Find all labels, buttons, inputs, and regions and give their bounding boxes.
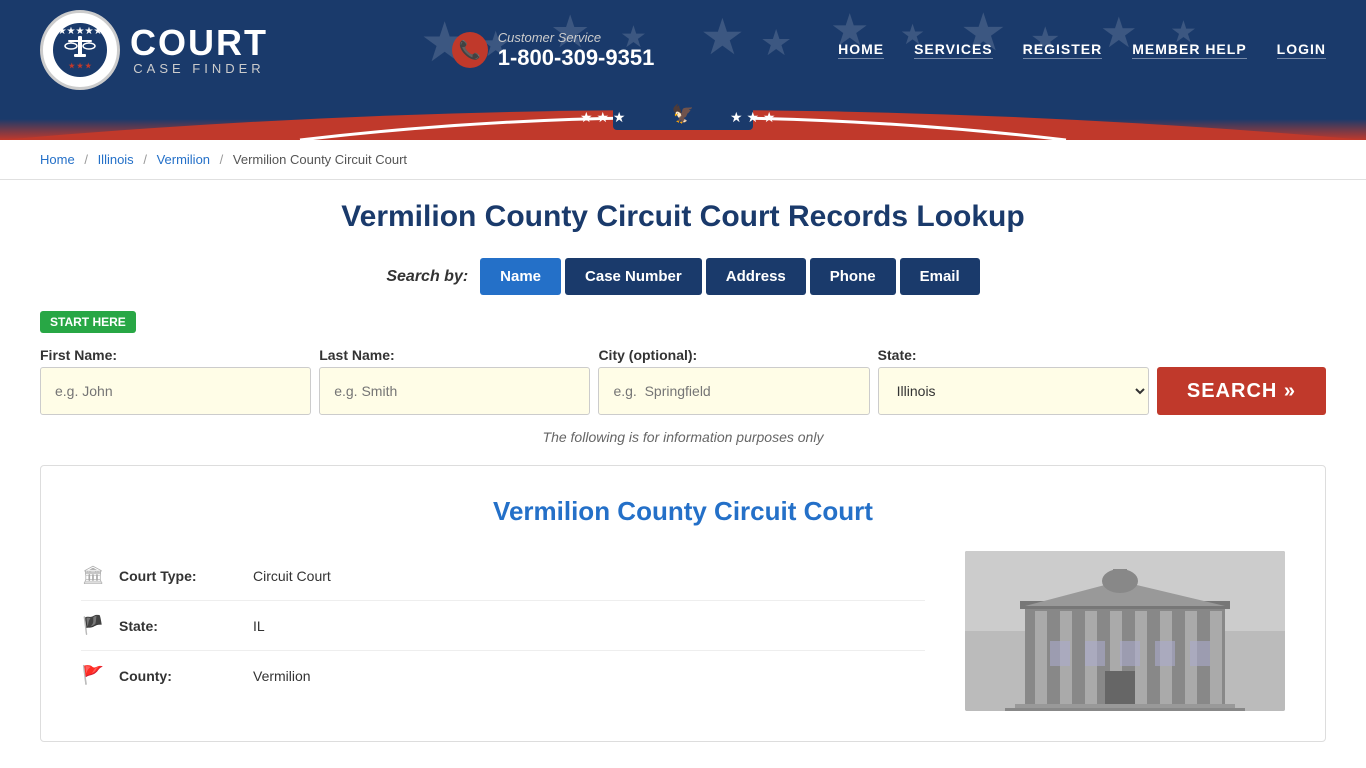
main-content: Vermilion County Circuit Court Records L…	[0, 180, 1366, 762]
svg-text:🦅: 🦅	[672, 103, 694, 124]
state-label: State:	[878, 347, 1149, 363]
breadcrumb: Home / Illinois / Vermilion / Vermilion …	[0, 140, 1366, 180]
svg-text:★★★★★: ★★★★★	[58, 26, 103, 37]
court-info-box: Vermilion County Circuit Court 🏛 Court T…	[40, 465, 1326, 742]
state-field: State: Illinois Alabama Alaska Arizona C…	[878, 347, 1149, 415]
state-label-info: State:	[119, 618, 239, 634]
tab-case-number[interactable]: Case Number	[565, 258, 702, 295]
court-image	[965, 551, 1285, 711]
start-here-badge: START HERE	[40, 311, 136, 333]
court-info-details: 🏛 Court Type: Circuit Court 🏴 State: IL …	[81, 551, 925, 711]
logo-svg: ★★★★★ ★ ★ ★	[50, 20, 110, 80]
phone-icon: 📞	[452, 32, 488, 68]
last-name-label: Last Name:	[319, 347, 590, 363]
logo-case-finder-label: CASE FINDER	[130, 61, 268, 76]
court-type-row: 🏛 Court Type: Circuit Court	[81, 551, 925, 601]
page-title: Vermilion County Circuit Court Records L…	[40, 200, 1326, 234]
breadcrumb-illinois[interactable]: Illinois	[98, 152, 134, 167]
breadcrumb-current: Vermilion County Circuit Court	[233, 152, 407, 167]
first-name-field: First Name:	[40, 347, 311, 415]
county-label: County:	[119, 668, 239, 684]
main-nav: HOME SERVICES REGISTER MEMBER HELP LOGIN	[838, 41, 1326, 59]
court-type-icon: 🏛	[81, 565, 105, 586]
nav-services[interactable]: SERVICES	[914, 41, 993, 59]
city-label: City (optional):	[598, 347, 869, 363]
first-name-input[interactable]	[40, 367, 311, 415]
court-type-label: Court Type:	[119, 568, 239, 584]
info-text: The following is for information purpose…	[40, 429, 1326, 445]
search-by-row: Search by: Name Case Number Address Phon…	[40, 258, 1326, 295]
tab-name[interactable]: Name	[480, 258, 561, 295]
breadcrumb-sep-2: /	[143, 152, 147, 167]
customer-service-label: Customer Service	[498, 30, 655, 45]
header-wave: 🦅 ★ ★ ★ ★ ★ ★	[0, 90, 1366, 140]
search-section: Search by: Name Case Number Address Phon…	[40, 258, 1326, 295]
logo-court-label: COURT	[130, 25, 268, 61]
nav-home[interactable]: HOME	[838, 41, 884, 59]
nav-member-help[interactable]: MEMBER HELP	[1132, 41, 1246, 59]
state-row: 🏴 State: IL	[81, 601, 925, 651]
logo-text: COURT CASE FINDER	[130, 25, 268, 76]
header: ★ ★ ★ ★ ★ ★ ★ ★ ★ ★ ★ ★ ★★★★★	[0, 0, 1366, 140]
county-icon: 🚩	[81, 665, 105, 686]
first-name-label: First Name:	[40, 347, 311, 363]
breadcrumb-sep-1: /	[84, 152, 88, 167]
tab-phone[interactable]: Phone	[810, 258, 896, 295]
customer-service: 📞 Customer Service 1-800-309-9351	[452, 30, 655, 71]
last-name-input[interactable]	[319, 367, 590, 415]
logo-emblem: ★★★★★ ★ ★ ★	[40, 10, 120, 90]
court-type-value: Circuit Court	[253, 568, 331, 584]
last-name-field: Last Name:	[319, 347, 590, 415]
customer-service-text: Customer Service 1-800-309-9351	[498, 30, 655, 71]
county-row: 🚩 County: Vermilion	[81, 651, 925, 700]
building-svg	[965, 551, 1285, 711]
state-icon: 🏴	[81, 615, 105, 636]
search-button[interactable]: SEARCH »	[1157, 367, 1326, 415]
breadcrumb-home[interactable]: Home	[40, 152, 75, 167]
search-by-label: Search by:	[386, 268, 468, 286]
city-field: City (optional):	[598, 347, 869, 415]
county-value: Vermilion	[253, 668, 311, 684]
court-info-body: 🏛 Court Type: Circuit Court 🏴 State: IL …	[81, 551, 1285, 711]
search-form-container: START HERE First Name: Last Name: City (…	[40, 311, 1326, 415]
svg-text:★ ★ ★: ★ ★ ★	[730, 109, 775, 125]
state-value: IL	[253, 618, 265, 634]
svg-text:★ ★ ★: ★ ★ ★	[580, 109, 625, 125]
breadcrumb-sep-3: /	[220, 152, 224, 167]
header-inner: ★★★★★ ★ ★ ★ COURT CASE FINDER 📞	[0, 0, 1366, 100]
customer-service-phone: 1-800-309-9351	[498, 45, 655, 71]
state-select[interactable]: Illinois Alabama Alaska Arizona Californ…	[878, 367, 1149, 415]
tab-address[interactable]: Address	[706, 258, 806, 295]
search-tabs: Name Case Number Address Phone Email	[480, 258, 979, 295]
logo-area: ★★★★★ ★ ★ ★ COURT CASE FINDER	[40, 10, 268, 90]
breadcrumb-vermilion[interactable]: Vermilion	[157, 152, 210, 167]
nav-login[interactable]: LOGIN	[1277, 41, 1326, 59]
court-info-title: Vermilion County Circuit Court	[81, 496, 1285, 527]
city-input[interactable]	[598, 367, 869, 415]
nav-register[interactable]: REGISTER	[1023, 41, 1103, 59]
tab-email[interactable]: Email	[900, 258, 980, 295]
svg-text:★ ★ ★: ★ ★ ★	[69, 62, 92, 70]
search-form: First Name: Last Name: City (optional): …	[40, 347, 1326, 415]
